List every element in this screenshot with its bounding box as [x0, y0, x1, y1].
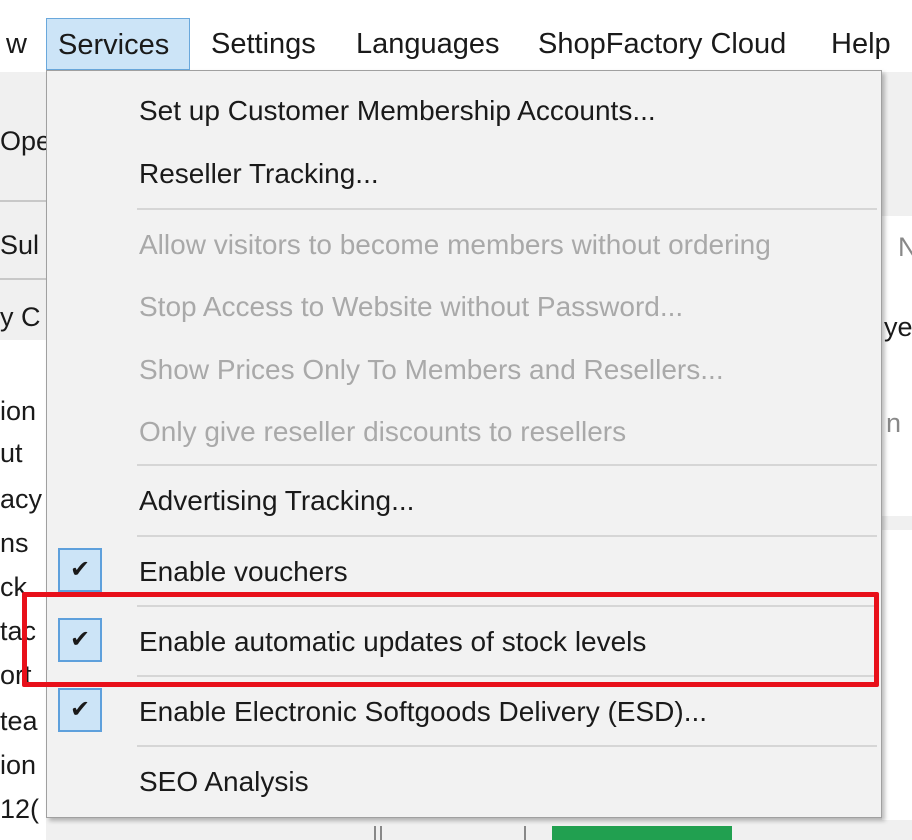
menu-view[interactable]: w [6, 18, 27, 70]
menu-separator [137, 535, 877, 537]
bg-divider [0, 200, 46, 202]
bg-fragment: ion [0, 750, 37, 780]
bg-divider [374, 826, 376, 840]
bg-fragment: Ope [0, 126, 52, 156]
bg-fragment: ion [0, 396, 37, 426]
bg-fragment: ye [884, 312, 912, 342]
menu-item-label: Set up Customer Membership Accounts... [139, 95, 656, 126]
menu-item-seo-analysis[interactable]: SEO Analysis [139, 762, 309, 802]
bg-panel-right [882, 530, 912, 820]
menu-item-label: Enable vouchers [139, 556, 348, 587]
menu-item-allow-visitors-members: Allow visitors to become members without… [139, 225, 771, 265]
menu-bar: w Services Settings Languages ShopFactor… [0, 0, 912, 72]
menu-help[interactable]: Help [820, 18, 902, 70]
menu-languages[interactable]: Languages [345, 18, 511, 70]
menu-separator [137, 464, 877, 466]
bg-fragment: ns [0, 528, 29, 558]
menu-shopfactory-cloud[interactable]: ShopFactory Cloud [527, 18, 797, 70]
menu-item-label: Only give reseller discounts to reseller… [139, 416, 627, 447]
menu-item-show-prices-members: Show Prices Only To Members and Reseller… [139, 350, 724, 390]
bg-fragment: y C [0, 302, 41, 332]
checkmark-icon: ✔ [58, 548, 102, 592]
menu-item-reseller-tracking[interactable]: Reseller Tracking... [139, 154, 379, 194]
menu-settings[interactable]: Settings [200, 18, 327, 70]
menu-item-stop-access-password: Stop Access to Website without Password.… [139, 287, 683, 327]
menu-separator [137, 745, 877, 747]
menu-item-label: Reseller Tracking... [139, 158, 379, 189]
menu-item-label: Advertising Tracking... [139, 485, 415, 516]
checkmark-icon: ✔ [58, 688, 102, 732]
bg-divider [0, 278, 46, 280]
menu-item-label: Allow visitors to become members without… [139, 229, 771, 260]
menu-item-customer-membership[interactable]: Set up Customer Membership Accounts... [139, 91, 656, 131]
bg-fragment: n [886, 408, 902, 438]
bg-fragment: acy [0, 484, 43, 514]
bg-divider [380, 826, 382, 840]
services-dropdown-menu: Set up Customer Membership Accounts... R… [46, 70, 882, 818]
bg-fragment: ut [0, 438, 23, 468]
menu-item-label: Show Prices Only To Members and Reseller… [139, 354, 724, 385]
bg-fragment: N [898, 232, 912, 262]
bg-fragment: 12( [0, 794, 40, 824]
bg-divider [524, 826, 526, 840]
menu-item-label: SEO Analysis [139, 766, 309, 797]
menu-separator [137, 208, 877, 210]
bg-fragment: Sul [0, 230, 40, 260]
menu-item-enable-vouchers[interactable]: Enable vouchers [139, 552, 348, 592]
menu-item-advertising-tracking[interactable]: Advertising Tracking... [139, 481, 414, 521]
bg-green-button [552, 826, 732, 840]
menu-item-reseller-discounts: Only give reseller discounts to reseller… [139, 412, 626, 452]
menu-item-enable-esd[interactable]: Enable Electronic Softgoods Delivery (ES… [139, 692, 707, 732]
menu-services[interactable]: Services [46, 18, 190, 70]
highlight-box [22, 592, 879, 687]
menu-item-label: Enable Electronic Softgoods Delivery (ES… [139, 696, 708, 727]
bg-fragment: tea [0, 706, 38, 736]
menu-item-label: Stop Access to Website without Password.… [139, 291, 684, 322]
